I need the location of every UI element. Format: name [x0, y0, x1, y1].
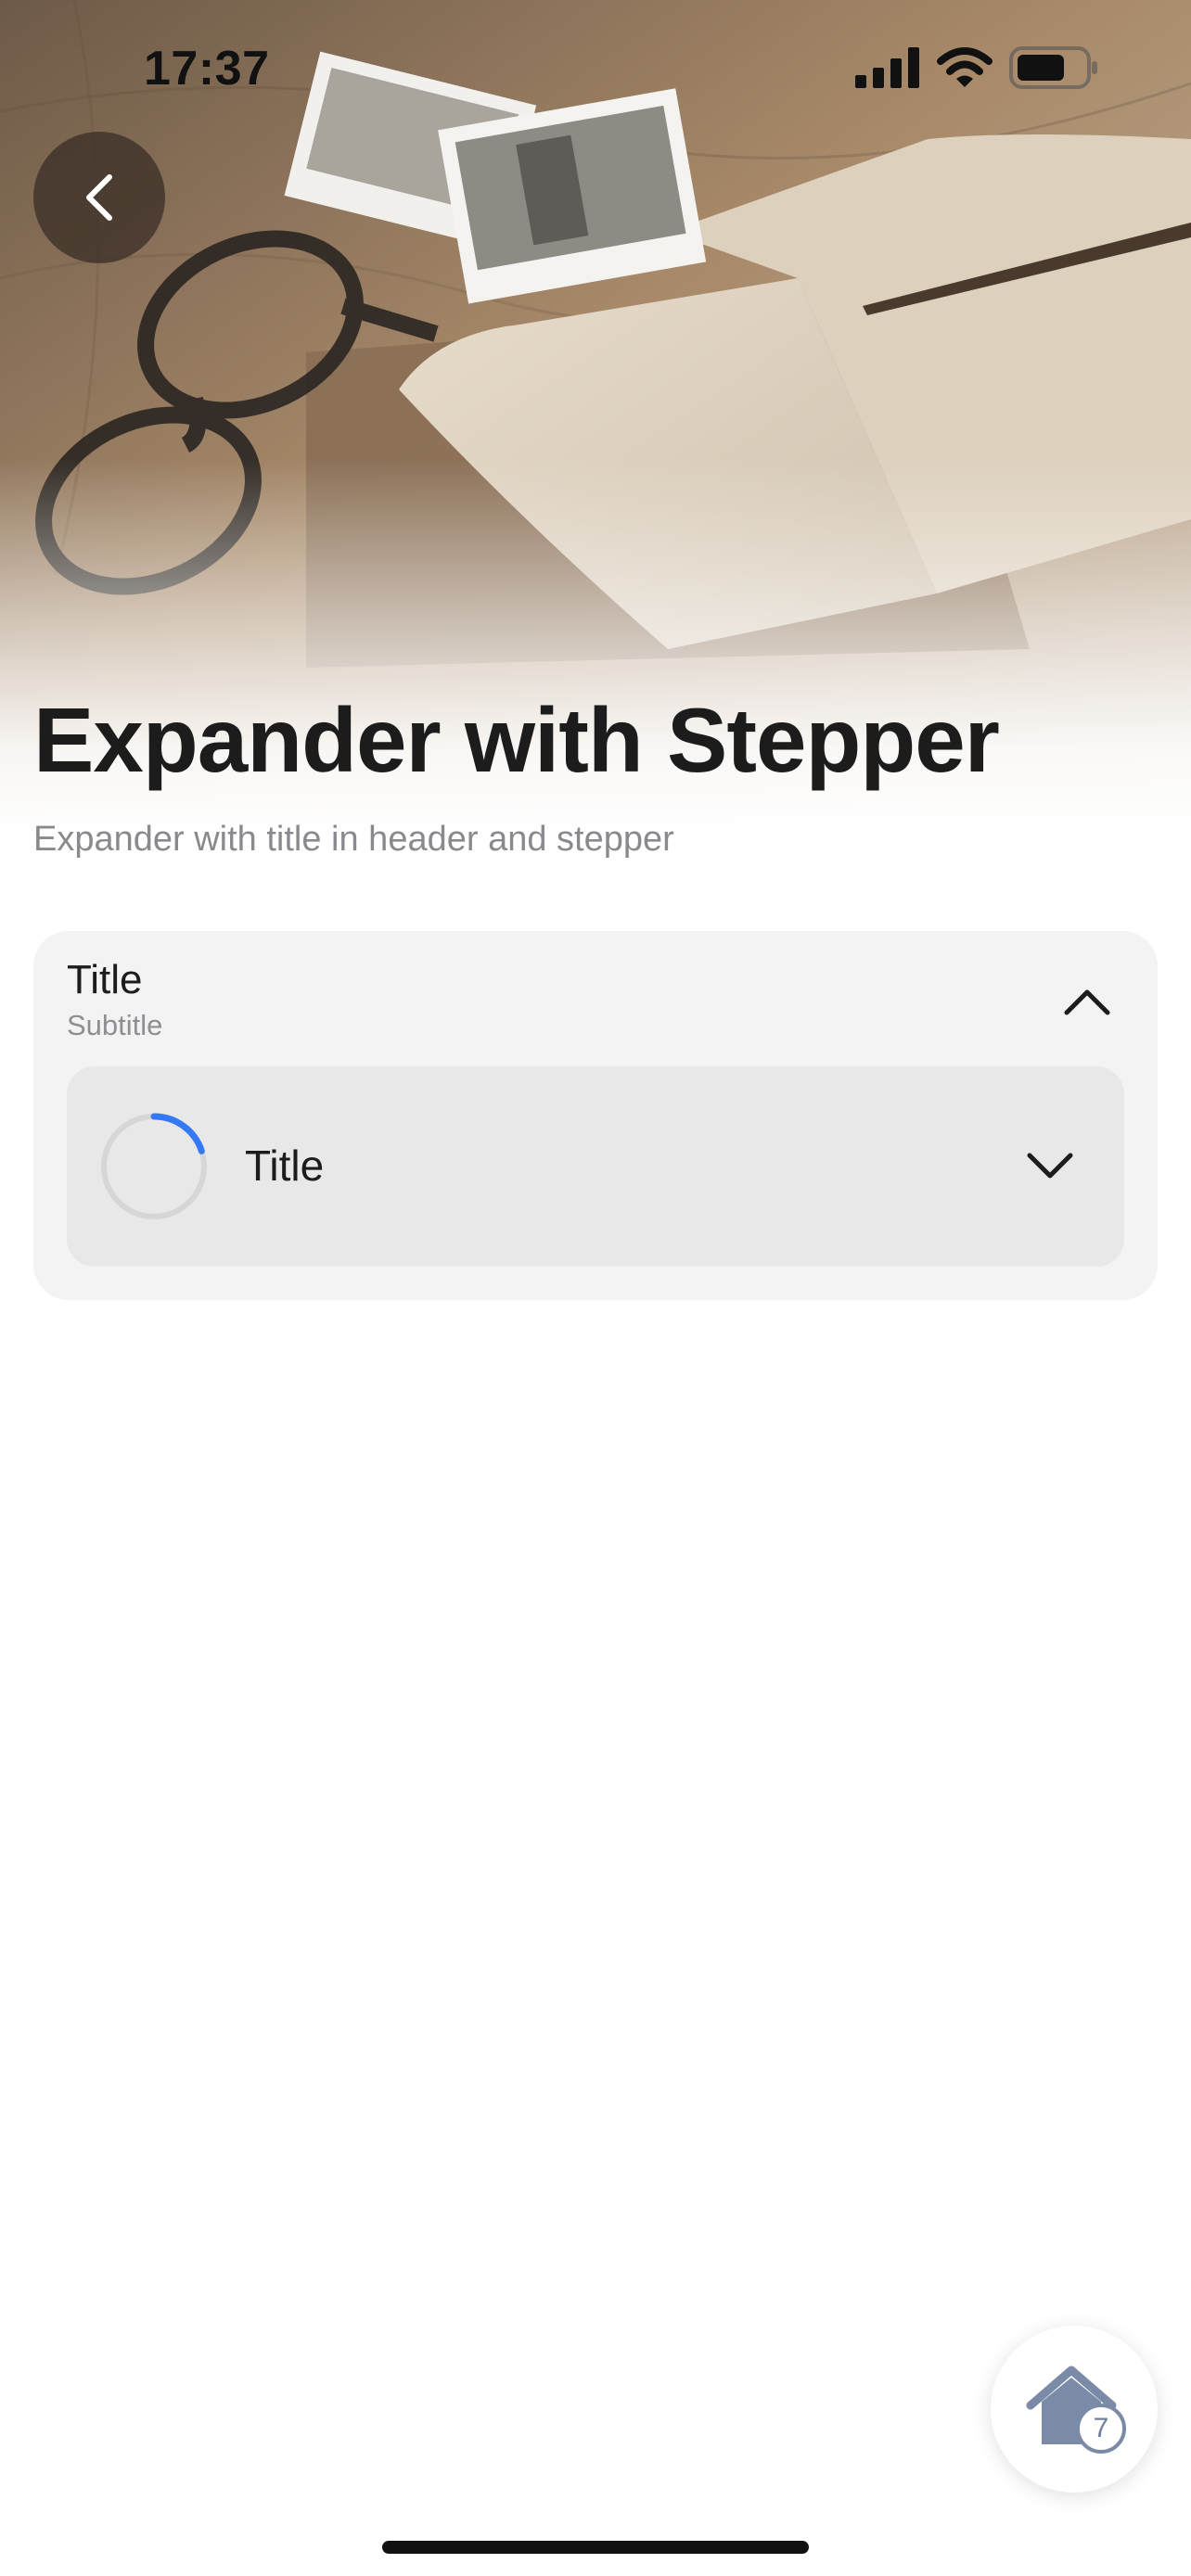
battery-icon — [1009, 46, 1097, 89]
page-subtitle: Expander with title in header and steppe… — [33, 820, 674, 859]
status-time: 17:37 — [144, 42, 270, 96]
cellular-signal-icon — [855, 47, 919, 88]
expander-card: Title Subtitle Title — [33, 931, 1158, 1300]
expander-title: Title — [67, 957, 143, 1002]
expander-header[interactable]: Title Subtitle — [33, 931, 1158, 1061]
expander-subtitle: Subtitle — [67, 1009, 163, 1041]
home-indicator[interactable] — [382, 2541, 809, 2554]
status-bar: 17:37 — [0, 0, 1191, 139]
chevron-left-icon — [86, 174, 112, 221]
stepper-item[interactable]: Title — [67, 1066, 1124, 1267]
back-button[interactable] — [33, 132, 165, 263]
stepper-title: Title — [245, 1141, 325, 1190]
chevron-up-icon[interactable] — [1050, 964, 1124, 1039]
status-icons — [855, 46, 1098, 89]
chevron-down-icon[interactable] — [1013, 1129, 1087, 1204]
page-title: Expander with Stepper — [33, 689, 1000, 791]
home-button[interactable]: 7 — [991, 2326, 1158, 2493]
home-badge: 7 — [1076, 2404, 1126, 2454]
stepper-progress-ring — [100, 1113, 208, 1220]
wifi-icon — [937, 47, 992, 87]
